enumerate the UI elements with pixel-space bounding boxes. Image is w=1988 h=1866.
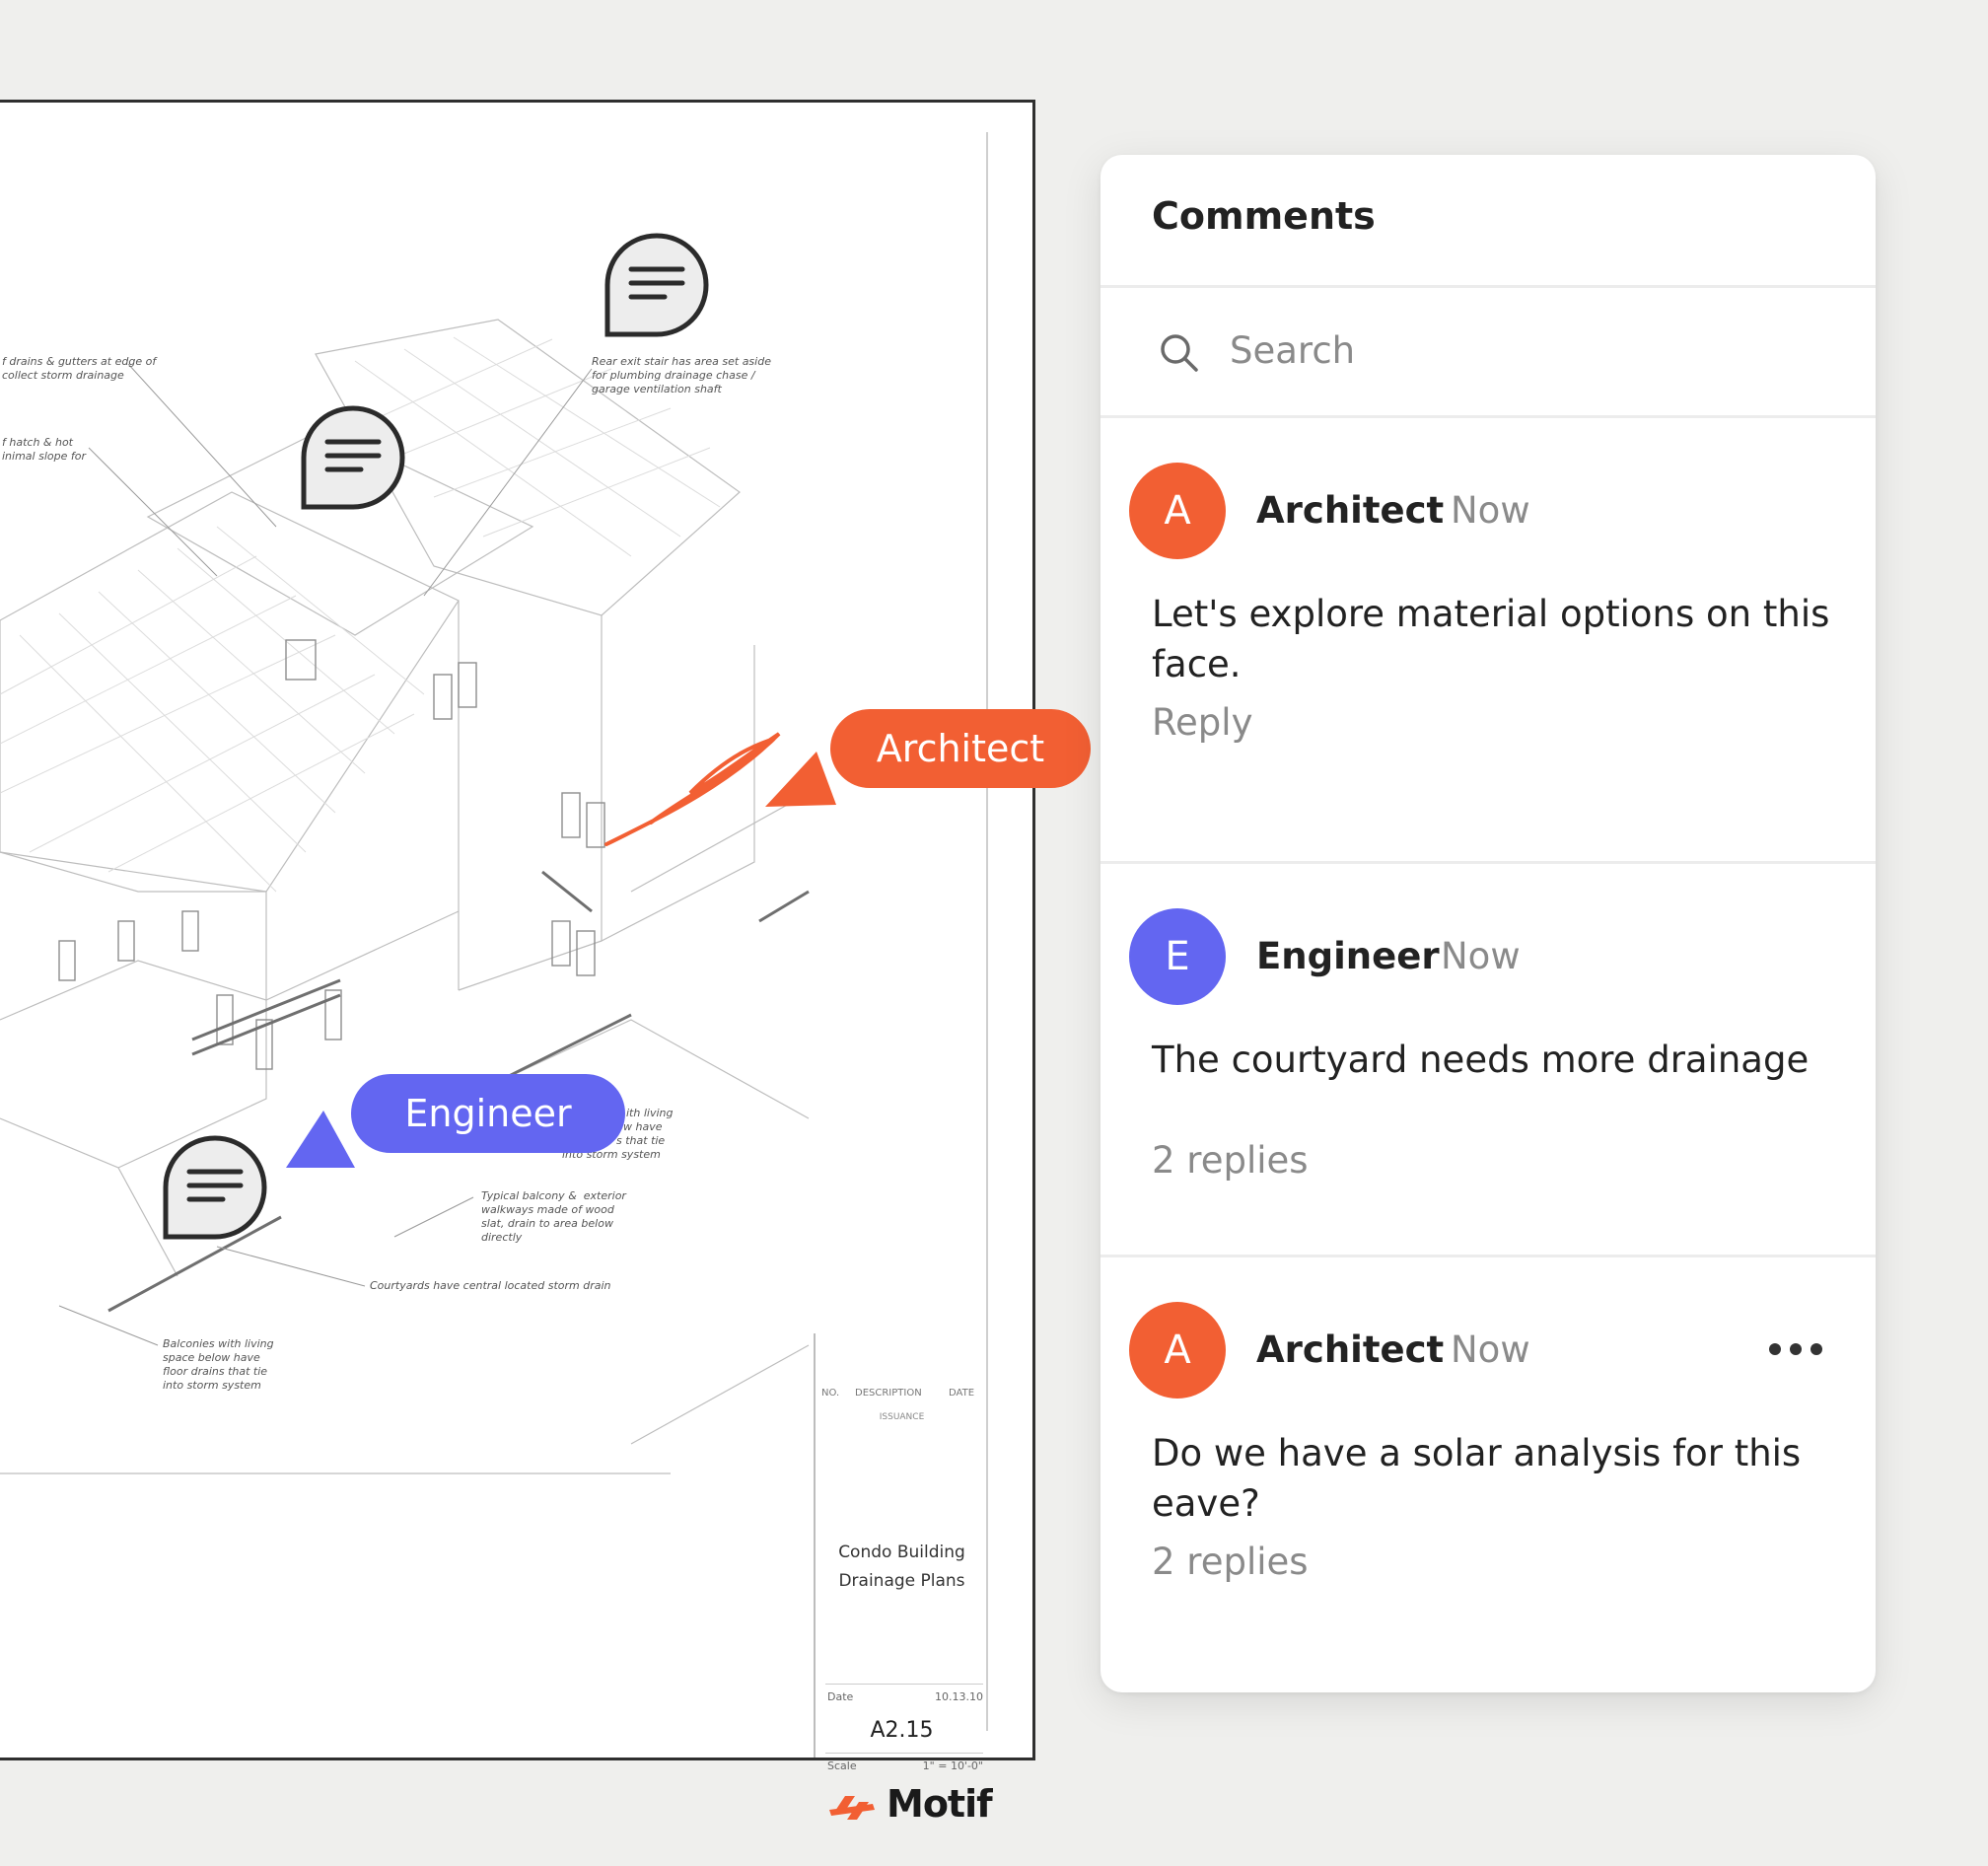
comment-item[interactable]: A Architect Now Let's explore material o… bbox=[1100, 418, 1876, 862]
drawing-sheet[interactable]: f drains & gutters at edge of collect sto… bbox=[0, 100, 1035, 1826]
comments-search[interactable]: Search bbox=[1100, 288, 1876, 416]
comment-item[interactable]: E Engineer Now The courtyard needs more … bbox=[1100, 864, 1876, 1258]
comment-pin-courtyard[interactable] bbox=[160, 1132, 270, 1243]
engineer-cursor-pointer bbox=[286, 1111, 355, 1168]
comment-item[interactable]: A Architect Now Do we have a solar analy… bbox=[1100, 1257, 1876, 1691]
drawing-note-drains: f drains & gutters at edge of collect sto… bbox=[2, 355, 157, 382]
comment-author: Architect bbox=[1256, 489, 1445, 532]
replies-link[interactable]: 2 replies bbox=[1152, 1139, 1309, 1182]
drawing-note-balcony: Typical balcony & exterior walkways made … bbox=[481, 1189, 626, 1244]
motif-logo-icon bbox=[829, 1796, 875, 1820]
comment-text: Do we have a solar analysis for this eav… bbox=[1152, 1432, 1802, 1525]
reply-link[interactable]: Reply bbox=[1152, 701, 1252, 744]
comment-pin-roof[interactable] bbox=[298, 402, 408, 513]
comment-text: Let's explore material options on this f… bbox=[1152, 593, 1830, 685]
architect-cursor-tag[interactable]: Architect bbox=[830, 709, 1091, 788]
comment-time: Now bbox=[1441, 935, 1521, 977]
sheet-number: A2.15 bbox=[870, 1718, 934, 1743]
title-block: NO. DESCRIPTION DATE ISSUANCE Condo Buil… bbox=[814, 1333, 993, 1826]
comment-author: Architect bbox=[1256, 1328, 1445, 1371]
drawing-note-rear-stair: Rear exit stair has area set aside for pl… bbox=[592, 355, 771, 395]
scale-row: Scale 1" = 10'-0" bbox=[825, 1753, 983, 1777]
comment-time: Now bbox=[1451, 489, 1530, 532]
drawing-note-hatch: f hatch & hot inimal slope for bbox=[2, 436, 86, 463]
project-name: Condo Building Drainage Plans bbox=[838, 1543, 965, 1591]
comments-panel: Comments Search A Architect Now Let's ex… bbox=[1100, 155, 1876, 1692]
comments-panel-title: Comments bbox=[1152, 194, 1376, 238]
col-no: NO. bbox=[821, 1388, 840, 1399]
architect-cursor-pointer bbox=[765, 752, 836, 807]
comment-pin-rear-stair[interactable] bbox=[602, 230, 712, 340]
search-icon bbox=[1161, 334, 1198, 372]
col-date: DATE bbox=[949, 1388, 975, 1399]
comment-time: Now bbox=[1451, 1328, 1530, 1371]
more-options-icon[interactable] bbox=[1769, 1343, 1824, 1357]
avatar: A bbox=[1129, 1302, 1226, 1399]
motif-logo: Motif bbox=[827, 1782, 993, 1830]
date-row: Date 10.13.10 bbox=[825, 1684, 983, 1708]
comment-text: The courtyard needs more drainage bbox=[1152, 1039, 1810, 1081]
engineer-cursor-tag[interactable]: Engineer bbox=[351, 1074, 625, 1153]
comment-author: Engineer bbox=[1256, 935, 1440, 977]
col-description: DESCRIPTION bbox=[855, 1388, 922, 1399]
drawing-note-courtyards: Courtyards have central located storm dr… bbox=[370, 1279, 611, 1292]
avatar: E bbox=[1129, 908, 1226, 1005]
avatar: A bbox=[1129, 463, 1226, 559]
drawing-note-balconies-living: Balconies with living space below have flo… bbox=[163, 1337, 274, 1392]
search-input[interactable]: Search bbox=[1230, 329, 1355, 372]
issuance-label: ISSUANCE bbox=[879, 1412, 925, 1422]
replies-link[interactable]: 2 replies bbox=[1152, 1541, 1309, 1583]
